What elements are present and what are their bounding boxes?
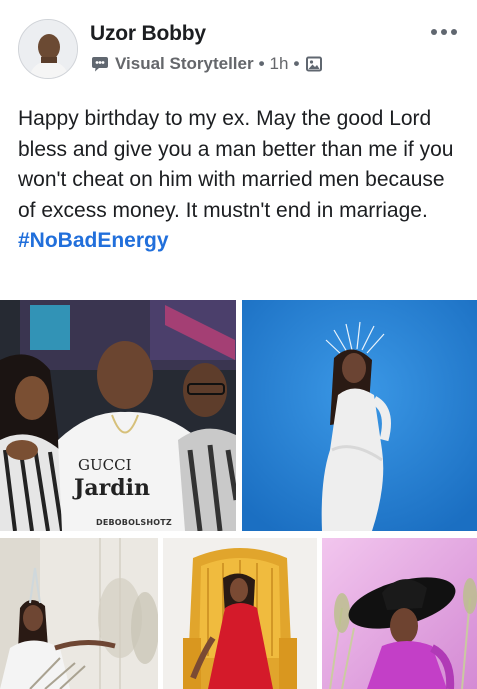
meta-separator: • <box>258 54 265 73</box>
photo-watermark: DEBOBOLSHOTZ <box>96 518 172 527</box>
visual-storyteller-badge-icon <box>90 55 110 73</box>
hashtag-link[interactable]: #NoBadEnergy <box>18 226 463 257</box>
author-name[interactable]: Uzor Bobby <box>90 22 206 46</box>
shirt-text-line2: Jardin <box>72 475 150 501</box>
shirt-text-line1: GUCCI <box>78 456 132 474</box>
red-dress-chair-photo[interactable] <box>163 538 317 689</box>
tiara-photo[interactable] <box>0 538 158 689</box>
black-hat-photo[interactable] <box>322 538 477 689</box>
post-body-text: Happy birthday to my ex. May the good Lo… <box>18 107 454 222</box>
white-outfit-photo[interactable] <box>242 300 477 531</box>
post-time[interactable]: 1h <box>270 54 289 74</box>
post-meta: Visual Storyteller • 1h • <box>90 53 323 75</box>
author-role: Visual Storyteller <box>115 54 254 73</box>
author-avatar[interactable] <box>18 19 78 79</box>
group-photo[interactable]: GUCCI Jardin DEBOBOLSHOTZ <box>0 300 236 531</box>
post-body: Happy birthday to my ex. May the good Lo… <box>18 104 463 257</box>
photo-grid: GUCCI Jardin DEBOBOLSHOTZ <box>0 300 477 689</box>
more-options-icon[interactable] <box>427 22 461 42</box>
photo-audience-icon <box>306 56 323 72</box>
meta-separator-2: • <box>293 54 300 73</box>
post-header: Uzor Bobby Visual Storyteller • 1h • <box>0 0 477 92</box>
